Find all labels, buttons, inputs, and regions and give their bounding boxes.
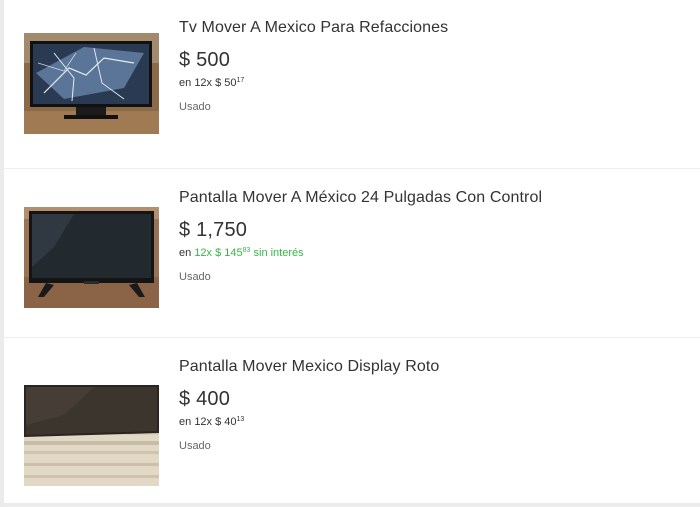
listing-info: Pantalla Mover A México 24 Pulgadas Con …	[179, 188, 690, 284]
listing-price: $ 500	[179, 49, 231, 71]
listing-condition: Usado	[179, 101, 211, 113]
listing-title[interactable]: Pantalla Mover A México 24 Pulgadas Con …	[179, 188, 690, 208]
listing-installments: en 12x $ 4013	[179, 413, 690, 429]
listing-installments: en 12x $ 14583 sin interés	[179, 244, 690, 260]
listing-item[interactable]: Pantalla Mover Mexico Display Roto $ 400…	[4, 338, 700, 507]
listing-title[interactable]: Pantalla Mover Mexico Display Roto	[179, 357, 690, 377]
installments-prefix: en	[179, 77, 192, 89]
results-list: Tv Mover A Mexico Para Refacciones $ 500…	[4, 0, 700, 507]
listing-title[interactable]: Tv Mover A Mexico Para Refacciones	[179, 18, 690, 38]
installments-amount: 12x $ 40	[194, 416, 237, 428]
listing-item[interactable]: Tv Mover A Mexico Para Refacciones $ 500…	[4, 0, 700, 169]
tv-on-stand-image	[24, 207, 159, 308]
listing-price: $ 400	[179, 388, 231, 410]
listing-thumbnail[interactable]	[24, 207, 159, 308]
installments-interest-free: sin interés	[253, 247, 304, 259]
tv-on-rug-image	[24, 385, 159, 486]
listing-thumbnail[interactable]	[24, 33, 159, 134]
installments-cents: 83	[242, 247, 251, 254]
listing-item[interactable]: Pantalla Mover A México 24 Pulgadas Con …	[4, 169, 700, 338]
broken-tv-image	[24, 33, 159, 134]
listing-thumbnail[interactable]	[24, 385, 159, 486]
listing-condition: Usado	[179, 271, 211, 283]
listing-price: $ 1,750	[179, 219, 248, 241]
installments-amount: 12x $ 145	[194, 247, 243, 259]
installments-cents: 13	[236, 416, 245, 423]
listing-condition: Usado	[179, 440, 211, 452]
installments-amount: 12x $ 50	[194, 77, 237, 89]
listing-installments: en 12x $ 5017	[179, 74, 690, 90]
installments-prefix: en	[179, 416, 192, 428]
listing-info: Tv Mover A Mexico Para Refacciones $ 500…	[179, 18, 690, 114]
installments-prefix: en	[179, 247, 192, 259]
listing-info: Pantalla Mover Mexico Display Roto $ 400…	[179, 357, 690, 453]
installments-cents: 17	[236, 77, 245, 84]
